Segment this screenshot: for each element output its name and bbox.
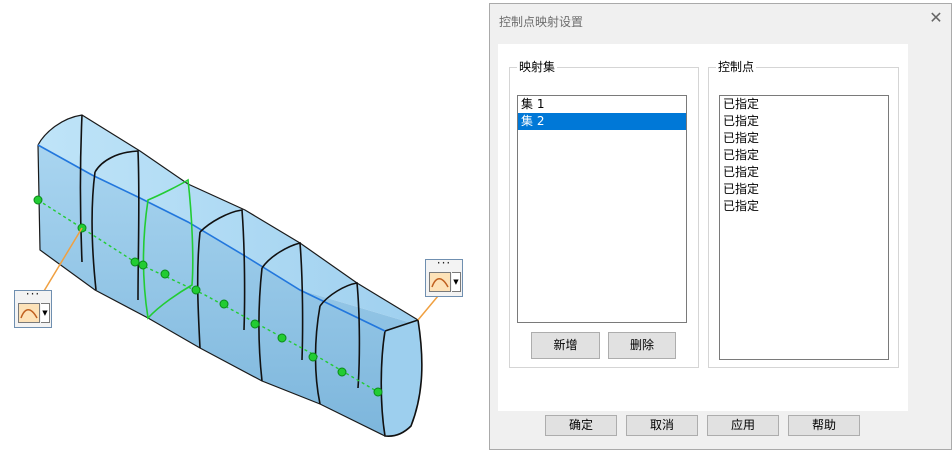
control-point[interactable] bbox=[219, 299, 229, 309]
dropdown-arrow-icon[interactable]: ▼ bbox=[452, 272, 461, 292]
ok-button[interactable]: 确定 bbox=[545, 415, 617, 436]
control-point-list[interactable]: 已指定 已指定 已指定 已指定 已指定 已指定 已指定 bbox=[719, 95, 889, 360]
curve-map-icon[interactable] bbox=[18, 303, 40, 323]
control-point[interactable] bbox=[191, 285, 201, 295]
handle-menu-dots[interactable]: ··· bbox=[426, 257, 462, 269]
section-handle-left[interactable]: ··· ▼ bbox=[14, 288, 52, 328]
control-point-item[interactable]: 已指定 bbox=[720, 147, 888, 164]
control-point[interactable] bbox=[138, 260, 148, 270]
control-point[interactable] bbox=[308, 352, 318, 362]
mapping-set-item-selected[interactable]: 集 2 bbox=[518, 113, 686, 130]
control-point[interactable] bbox=[160, 269, 170, 279]
section-handle-right[interactable]: ··· ▼ bbox=[425, 257, 463, 297]
control-point[interactable] bbox=[250, 319, 260, 329]
control-point[interactable] bbox=[130, 257, 140, 267]
3d-viewport[interactable]: ··· ▼ ··· ▼ bbox=[0, 0, 490, 457]
dropdown-arrow-icon[interactable]: ▼ bbox=[41, 303, 50, 323]
solid-end-face bbox=[380, 318, 423, 437]
control-point-mapping-dialog: 控制点映射设置 ✕ 映射集 集 1 集 2 新增 删除 控制点 已指定 已指定 … bbox=[489, 3, 952, 450]
control-point[interactable] bbox=[277, 333, 287, 343]
model-canvas[interactable] bbox=[0, 0, 490, 457]
control-point-start[interactable] bbox=[33, 195, 43, 205]
control-point-item[interactable]: 已指定 bbox=[720, 164, 888, 181]
mapping-set-label: 映射集 bbox=[517, 59, 558, 75]
delete-set-button[interactable]: 删除 bbox=[608, 332, 676, 359]
mapping-set-list[interactable]: 集 1 集 2 bbox=[517, 95, 687, 323]
add-set-button[interactable]: 新增 bbox=[531, 332, 600, 359]
control-point-item[interactable]: 已指定 bbox=[720, 181, 888, 198]
cancel-button[interactable]: 取消 bbox=[626, 415, 698, 436]
apply-button[interactable]: 应用 bbox=[707, 415, 779, 436]
handle-menu-dots[interactable]: ··· bbox=[15, 288, 51, 300]
control-point-end[interactable] bbox=[373, 387, 383, 397]
control-point-item[interactable]: 已指定 bbox=[720, 198, 888, 215]
close-icon[interactable]: ✕ bbox=[927, 9, 945, 27]
help-button[interactable]: 帮助 bbox=[788, 415, 860, 436]
control-point-item[interactable]: 已指定 bbox=[720, 96, 888, 113]
control-point-label: 控制点 bbox=[716, 59, 757, 75]
dialog-content-panel: 映射集 集 1 集 2 新增 删除 控制点 已指定 已指定 已指定 已指定 已指… bbox=[498, 44, 908, 411]
control-point-item[interactable]: 已指定 bbox=[720, 113, 888, 130]
mapping-set-item[interactable]: 集 1 bbox=[518, 96, 686, 113]
control-point-item[interactable]: 已指定 bbox=[720, 130, 888, 147]
control-point[interactable] bbox=[337, 367, 347, 377]
dialog-title: 控制点映射设置 bbox=[499, 15, 584, 29]
curve-map-icon[interactable] bbox=[429, 272, 451, 292]
